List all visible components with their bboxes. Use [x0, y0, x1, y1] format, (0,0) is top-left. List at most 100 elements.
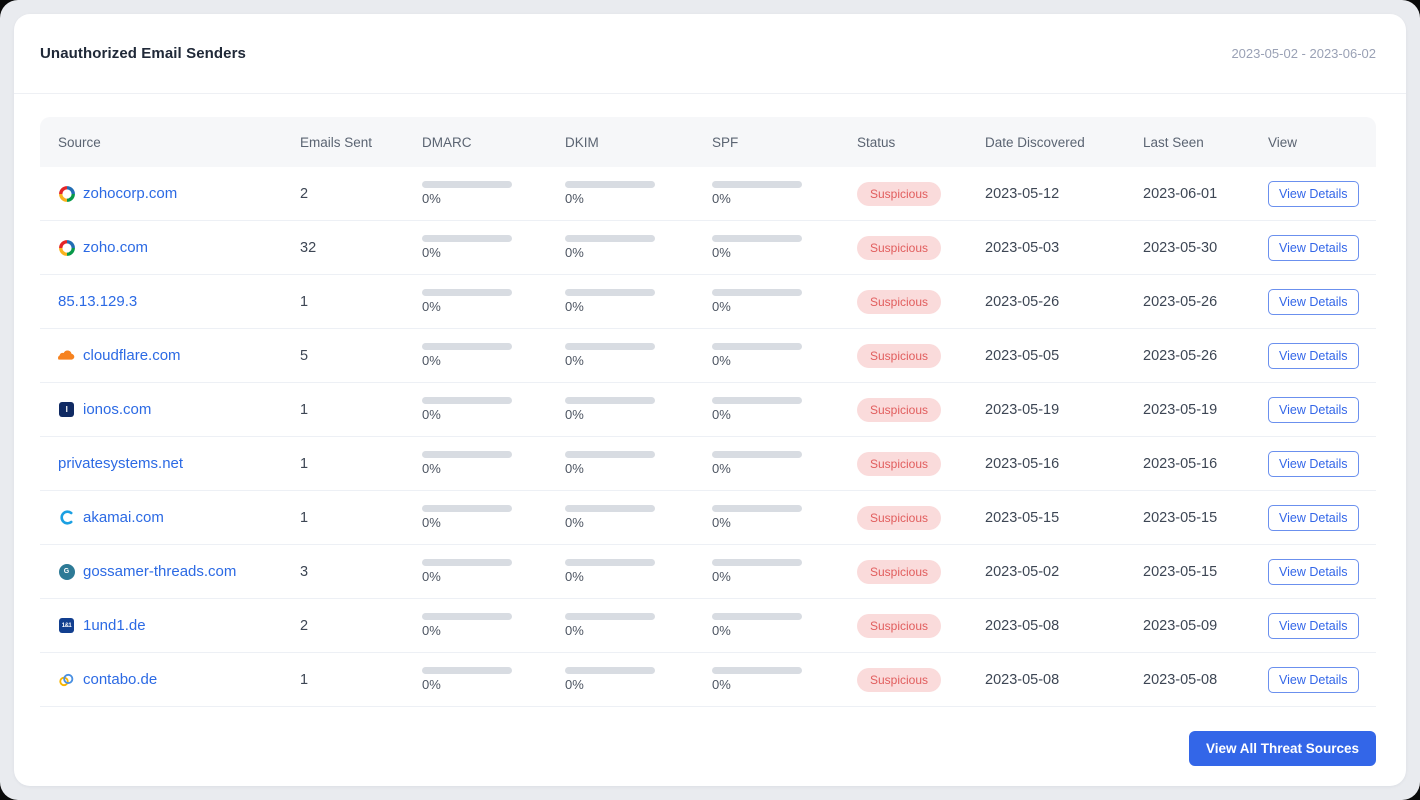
dkim-cell: 0%	[565, 289, 712, 314]
source-cell: privatesystems.net	[58, 455, 300, 472]
dkim-progress-bar	[565, 289, 655, 296]
emails-sent-value: 3	[300, 563, 309, 580]
dmarc-percentage: 0%	[422, 299, 441, 314]
source-link[interactable]: zoho.com	[83, 239, 148, 256]
source-link[interactable]: privatesystems.net	[58, 455, 183, 472]
status-cell: Suspicious	[857, 667, 985, 692]
view-all-threat-sources-button[interactable]: View All Threat Sources	[1188, 731, 1376, 766]
dkim-cell: 0%	[565, 505, 712, 530]
source-link[interactable]: gossamer-threads.com	[83, 563, 236, 580]
date-discovered-value: 2023-05-16	[985, 455, 1060, 472]
dkim-percentage: 0%	[565, 407, 584, 422]
zoho-favicon-icon	[58, 239, 75, 256]
senders-table: Source Emails Sent DMARC DKIM SPF Status…	[14, 94, 1406, 707]
spf-percentage: 0%	[712, 191, 731, 206]
view-details-button[interactable]: View Details	[1268, 342, 1359, 369]
spf-percentage: 0%	[712, 407, 731, 422]
emails-sent-value: 32	[300, 239, 317, 256]
dkim-percentage: 0%	[565, 353, 584, 368]
spf-progress-bar	[712, 343, 802, 350]
spf-percentage: 0%	[712, 677, 731, 692]
dkim-progress-bar	[565, 181, 655, 188]
date-discovered-value: 2023-05-19	[985, 401, 1060, 418]
source-cell: 85.13.129.3	[58, 293, 300, 310]
source-cell: 1&1 1und1.de	[58, 617, 300, 634]
dmarc-cell: 0%	[422, 181, 565, 206]
view-details-button[interactable]: View Details	[1268, 396, 1359, 423]
gossamer-favicon-icon: G	[58, 563, 75, 580]
source-link[interactable]: akamai.com	[83, 509, 164, 526]
status-badge: Suspicious	[857, 289, 942, 314]
source-cell: cloudflare.com	[58, 347, 300, 364]
spf-cell: 0%	[712, 181, 857, 206]
spf-cell: 0%	[712, 397, 857, 422]
source-cell: zoho.com	[58, 239, 300, 256]
table-row: privatesystems.net 1 0% 0% 0% Suspicious…	[40, 437, 1376, 491]
spf-percentage: 0%	[712, 245, 731, 260]
last-seen-value: 2023-05-08	[1143, 671, 1218, 688]
source-cell: G gossamer-threads.com	[58, 563, 300, 580]
spf-percentage: 0%	[712, 461, 731, 476]
last-seen-value: 2023-05-26	[1143, 293, 1218, 310]
dmarc-cell: 0%	[422, 397, 565, 422]
source-link[interactable]: 85.13.129.3	[58, 293, 137, 310]
dmarc-cell: 0%	[422, 451, 565, 476]
spf-percentage: 0%	[712, 353, 731, 368]
view-details-button[interactable]: View Details	[1268, 180, 1359, 207]
source-link[interactable]: cloudflare.com	[83, 347, 181, 364]
dmarc-progress-bar	[422, 235, 512, 242]
view-details-button[interactable]: View Details	[1268, 234, 1359, 261]
view-details-button[interactable]: View Details	[1268, 666, 1359, 693]
spf-cell: 0%	[712, 235, 857, 260]
date-discovered-value: 2023-05-03	[985, 239, 1060, 256]
dmarc-percentage: 0%	[422, 353, 441, 368]
spf-progress-bar	[712, 667, 802, 674]
status-badge: Suspicious	[857, 559, 942, 584]
spf-percentage: 0%	[712, 299, 731, 314]
table-row: 85.13.129.3 1 0% 0% 0% Suspicious 2023-0…	[40, 275, 1376, 329]
dkim-cell: 0%	[565, 181, 712, 206]
table-row: akamai.com 1 0% 0% 0% Suspicious 2023-05…	[40, 491, 1376, 545]
status-cell: Suspicious	[857, 181, 985, 206]
table-header-row: Source Emails Sent DMARC DKIM SPF Status…	[40, 117, 1376, 167]
source-link[interactable]: zohocorp.com	[83, 185, 177, 202]
column-header-spf: SPF	[712, 134, 739, 150]
dmarc-progress-bar	[422, 505, 512, 512]
card-footer: View All Threat Sources	[14, 707, 1406, 766]
column-header-view: View	[1268, 134, 1298, 150]
status-cell: Suspicious	[857, 397, 985, 422]
source-link[interactable]: 1und1.de	[83, 617, 146, 634]
view-details-button[interactable]: View Details	[1268, 612, 1359, 639]
dkim-cell: 0%	[565, 613, 712, 638]
view-details-button[interactable]: View Details	[1268, 288, 1359, 315]
last-seen-value: 2023-05-19	[1143, 401, 1218, 418]
last-seen-value: 2023-05-26	[1143, 347, 1218, 364]
status-cell: Suspicious	[857, 235, 985, 260]
dkim-progress-bar	[565, 667, 655, 674]
date-discovered-value: 2023-05-26	[985, 293, 1060, 310]
source-link[interactable]: ionos.com	[83, 401, 151, 418]
last-seen-value: 2023-05-15	[1143, 509, 1218, 526]
dmarc-cell: 0%	[422, 613, 565, 638]
date-discovered-value: 2023-05-05	[985, 347, 1060, 364]
spf-cell: 0%	[712, 613, 857, 638]
spf-cell: 0%	[712, 343, 857, 368]
view-details-button[interactable]: View Details	[1268, 558, 1359, 585]
column-header-emails-sent: Emails Sent	[300, 134, 373, 150]
column-header-date-discovered: Date Discovered	[985, 134, 1085, 150]
view-details-button[interactable]: View Details	[1268, 450, 1359, 477]
table-row: cloudflare.com 5 0% 0% 0% Suspicious 202…	[40, 329, 1376, 383]
status-cell: Suspicious	[857, 559, 985, 584]
view-details-button[interactable]: View Details	[1268, 504, 1359, 531]
source-link[interactable]: contabo.de	[83, 671, 157, 688]
contabo-favicon-icon	[58, 671, 75, 688]
1und1-favicon-icon: 1&1	[58, 617, 75, 634]
view-cell: View Details	[1268, 342, 1359, 369]
last-seen-value: 2023-05-09	[1143, 617, 1218, 634]
status-badge: Suspicious	[857, 235, 942, 260]
page-background: Unauthorized Email Senders 2023-05-02 - …	[0, 0, 1420, 800]
dmarc-progress-bar	[422, 181, 512, 188]
view-cell: View Details	[1268, 558, 1359, 585]
dkim-cell: 0%	[565, 667, 712, 692]
status-badge: Suspicious	[857, 613, 942, 638]
